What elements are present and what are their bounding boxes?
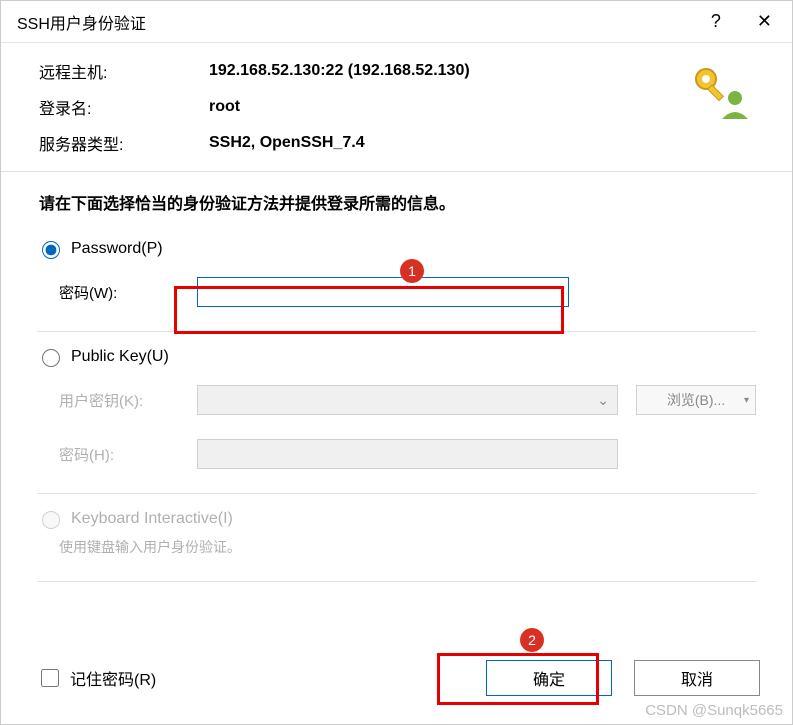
password-section: Password(P) 密码(W):: [1, 224, 792, 313]
user-key-combo: ⌄: [197, 385, 618, 415]
remember-password-row[interactable]: 记住密码(R): [37, 666, 156, 690]
publickey-section: Public Key(U) 用户密钥(K): ⌄ 浏览(B)... ▾ 密码(H…: [1, 332, 792, 475]
password-field-label: 密码(W):: [59, 282, 179, 303]
keyboard-radio-row: Keyboard Interactive(I): [37, 508, 756, 529]
password-radio[interactable]: [42, 241, 60, 259]
publickey-radio-row[interactable]: Public Key(U): [37, 346, 756, 367]
chevron-down-icon: ⌄: [597, 392, 609, 409]
ok-button[interactable]: 确定: [486, 660, 612, 696]
passphrase-input: [197, 439, 618, 469]
keyboard-radio: [42, 511, 60, 529]
window-title: SSH用户身份验证: [17, 10, 146, 34]
ssh-key-user-icon: [690, 59, 754, 123]
password-radio-label: Password(P): [71, 240, 163, 258]
browse-label: 浏览(B)...: [667, 390, 725, 410]
user-key-label: 用户密钥(K):: [59, 390, 179, 411]
chevron-down-icon: ▾: [744, 395, 749, 406]
keyboard-section: Keyboard Interactive(I) 使用键盘输入用户身份验证。: [1, 494, 792, 563]
password-input[interactable]: [197, 277, 569, 307]
divider-3: [37, 581, 756, 582]
info-grid: 远程主机: 192.168.52.130:22 (192.168.52.130)…: [39, 59, 690, 155]
bottom-row: 记住密码(R) 确定 取消: [1, 646, 792, 724]
dialog-buttons: 确定 取消: [486, 660, 760, 696]
server-type-label: 服务器类型:: [39, 131, 209, 155]
password-radio-row[interactable]: Password(P): [37, 238, 756, 259]
help-button[interactable]: ?: [711, 11, 721, 32]
keyboard-description: 使用键盘输入用户身份验证。: [59, 537, 756, 557]
login-label: 登录名:: [39, 95, 209, 119]
titlebar-controls: ? ✕: [711, 7, 784, 36]
publickey-radio-label: Public Key(U): [71, 348, 169, 366]
ssh-auth-dialog: SSH用户身份验证 ? ✕ 远程主机: 192.168.52.130:22 (1…: [0, 0, 793, 725]
instruction-text: 请在下面选择恰当的身份验证方法并提供登录所需的信息。: [1, 172, 792, 224]
passphrase-label: 密码(H):: [59, 444, 179, 465]
ok-label: 确定: [533, 666, 565, 690]
connection-info: 远程主机: 192.168.52.130:22 (192.168.52.130)…: [1, 43, 792, 172]
password-fields: 密码(W):: [59, 277, 756, 307]
remember-label: 记住密码(R): [70, 666, 156, 690]
cancel-label: 取消: [681, 666, 713, 690]
remember-checkbox[interactable]: [41, 669, 59, 687]
remote-host-value: 192.168.52.130:22 (192.168.52.130): [209, 62, 690, 80]
publickey-radio[interactable]: [42, 349, 60, 367]
cancel-button[interactable]: 取消: [634, 660, 760, 696]
close-button[interactable]: ✕: [745, 7, 784, 36]
server-type-value: SSH2, OpenSSH_7.4: [209, 134, 690, 152]
browse-button: 浏览(B)... ▾: [636, 385, 756, 415]
publickey-fields: 用户密钥(K): ⌄ 浏览(B)... ▾ 密码(H):: [59, 385, 756, 469]
keyboard-radio-label: Keyboard Interactive(I): [71, 510, 233, 528]
remote-host-label: 远程主机:: [39, 59, 209, 83]
login-value: root: [209, 98, 690, 116]
titlebar: SSH用户身份验证 ? ✕: [1, 1, 792, 43]
